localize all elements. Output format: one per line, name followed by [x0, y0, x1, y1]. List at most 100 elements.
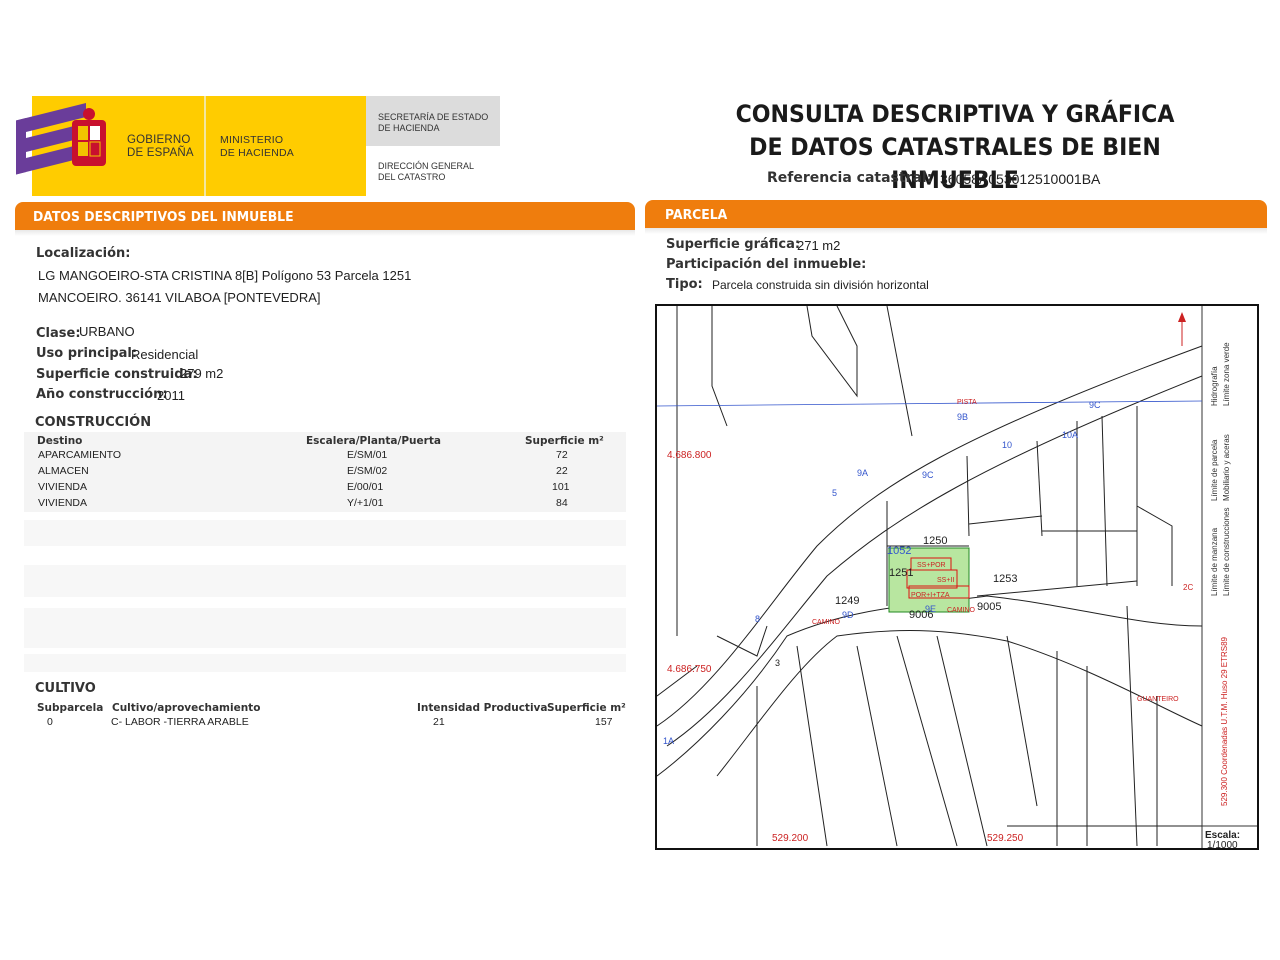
cell-superficie: 22: [556, 465, 568, 477]
place-label: SS+POR: [917, 562, 946, 569]
col-subparcela: Subparcela: [37, 702, 104, 714]
catastro-logo-icon: [16, 103, 106, 175]
cadastral-map[interactable]: 4.686.800 4.686.750 529.200 529.250 1250…: [655, 304, 1259, 850]
referencia-label: Referencia catastral:: [767, 170, 933, 186]
tipo-label: Tipo:: [666, 277, 703, 292]
col-intensidad: Intensidad Productiva: [417, 702, 548, 714]
cell-escalera: E/00/01: [347, 481, 384, 493]
place-label: SS+II: [937, 577, 954, 584]
escala-value: 1/1000: [1207, 840, 1238, 848]
coord-x-left: 529.200: [772, 833, 809, 844]
parcel-1249: 1249: [835, 595, 859, 607]
place-label: CAMINO: [812, 619, 841, 626]
cell-superficie: 157: [595, 716, 613, 728]
col-destino: Destino: [37, 435, 83, 447]
col-superficie: Superficie m²: [547, 702, 626, 714]
col-escalera: Escalera/Planta/Puerta: [306, 435, 441, 447]
section-header-parcela: PARCELA: [645, 200, 1267, 228]
table-band: [24, 520, 626, 546]
table-band: [24, 608, 626, 648]
place-label: POR+I+TZA: [911, 592, 950, 599]
cell-subparcela: 0: [47, 716, 53, 728]
parcel-1253: 1253: [993, 573, 1017, 585]
localizacion-line2: MANCOEIRO. 36141 VILABOA [PONTEVEDRA]: [38, 290, 321, 305]
road-label: 9E: [925, 604, 936, 614]
road-label: 5: [832, 488, 837, 498]
road-label: 10: [1002, 440, 1012, 450]
road-label: 9C: [922, 470, 934, 480]
section-header-descriptivos: DATOS DESCRIPTIVOS DEL INMUEBLE: [15, 202, 635, 230]
legend-item: Mobiliario y aceras: [1222, 434, 1231, 501]
secretaria-label: SECRETARÍA DE ESTADO DE HACIENDA: [378, 112, 489, 133]
superficie-grafica-label: Superficie gráfica:: [666, 237, 801, 252]
north-arrow-icon: [1178, 312, 1186, 346]
legend-item: Límite de manzana: [1210, 527, 1219, 596]
cell-superficie: 84: [556, 497, 568, 509]
place-label: GUANTEIRO: [1137, 696, 1179, 703]
section-title: PARCELA: [665, 207, 728, 223]
parcel-1250: 1250: [923, 535, 947, 547]
construccion-title: CONSTRUCCIÓN: [35, 415, 152, 430]
road-label: 9B: [957, 412, 968, 422]
coord-x-right: 529.250: [987, 833, 1024, 844]
road-label: 10A: [1062, 430, 1078, 440]
parcel-1052: 1052: [887, 545, 911, 557]
tipo-value: Parcela construida sin división horizont…: [712, 278, 929, 292]
superficie-value: 279 m2: [180, 366, 224, 381]
cell-intensidad: 21: [433, 716, 445, 728]
ministerio-label: MINISTERIO DE HACIENDA: [220, 134, 294, 159]
road-label: 3: [775, 658, 780, 668]
road-label: 1A: [663, 736, 674, 746]
direccion-label: DIRECCIÓN GENERAL DEL CATASTRO: [378, 161, 475, 182]
cell-cultivo: C- LABOR -TIERRA ARABLE: [111, 716, 249, 728]
legend-item: Límite de construcciones: [1222, 508, 1231, 597]
cell-superficie: 101: [552, 481, 570, 493]
cell-destino: APARCAMIENTO: [38, 449, 122, 461]
parcel-1251: 1251: [889, 567, 913, 579]
road-label: 2C: [1183, 583, 1193, 592]
localizacion-line1: LG MANGOEIRO-STA CRISTINA 8[B] Polígono …: [38, 268, 412, 283]
legend-item: Límite de parcela: [1210, 439, 1219, 501]
col-superficie: Superficie m²: [525, 435, 604, 447]
cell-escalera: E/SM/01: [347, 449, 388, 461]
coord-y-bottom: 4.686.750: [667, 664, 712, 675]
svg-text:529.300 Coordenadas U.T.M. Hus: 529.300 Coordenadas U.T.M. Huso 29 ETRS8…: [1220, 636, 1229, 806]
place-label: PISTA: [957, 399, 977, 406]
localizacion-label: Localización:: [36, 246, 131, 261]
superficie-label: Superficie construida:: [36, 367, 198, 382]
col-cultivo: Cultivo/aprovechamiento: [112, 702, 261, 714]
cultivo-title: CULTIVO: [35, 681, 96, 696]
uso-label: Uso principal:: [36, 346, 138, 361]
table-band: [24, 565, 626, 597]
section-shadow: [645, 228, 1267, 234]
coord-y-top: 4.686.800: [667, 450, 712, 461]
table-band: [24, 654, 626, 672]
road-label: 9D: [842, 610, 854, 620]
map-legend: Límite de manzana Límite de parcela Lími…: [1210, 342, 1231, 596]
superficie-grafica-value: 271 m2: [797, 238, 841, 253]
uso-value: Residencial: [131, 347, 199, 362]
map-drawing: 4.686.800 4.686.750 529.200 529.250 1250…: [657, 306, 1257, 848]
section-title: DATOS DESCRIPTIVOS DEL INMUEBLE: [33, 209, 294, 225]
cell-escalera: E/SM/02: [347, 465, 388, 477]
clase-value: URBANO: [79, 324, 135, 339]
legend-item: Límite zona verde: [1222, 342, 1231, 406]
coord-note: 529.300 Coordenadas U.T.M. Huso 29 ETRS8…: [1220, 636, 1229, 806]
anio-value: 2011: [157, 388, 185, 403]
legend-item: Hidrografía: [1210, 366, 1219, 406]
banner-divider: [204, 96, 206, 196]
cell-escalera: Y/+1/01: [347, 497, 384, 509]
road-label: 8: [755, 614, 760, 624]
gobierno-label: GOBIERNO DE ESPAÑA: [127, 134, 194, 159]
section-shadow: [15, 230, 635, 236]
participacion-label: Participación del inmueble:: [666, 257, 867, 272]
place-label: CAMINO: [947, 607, 976, 614]
cell-destino: VIVIENDA: [38, 481, 88, 493]
cell-destino: VIVIENDA: [38, 497, 88, 509]
cell-superficie: 72: [556, 449, 568, 461]
cell-destino: ALMACEN: [38, 465, 89, 477]
clase-label: Clase:: [36, 326, 81, 341]
road-label: 9C: [1089, 400, 1101, 410]
referencia-value: 36058A053012510001BA: [940, 171, 1101, 187]
anio-label: Año construcción:: [36, 387, 168, 402]
